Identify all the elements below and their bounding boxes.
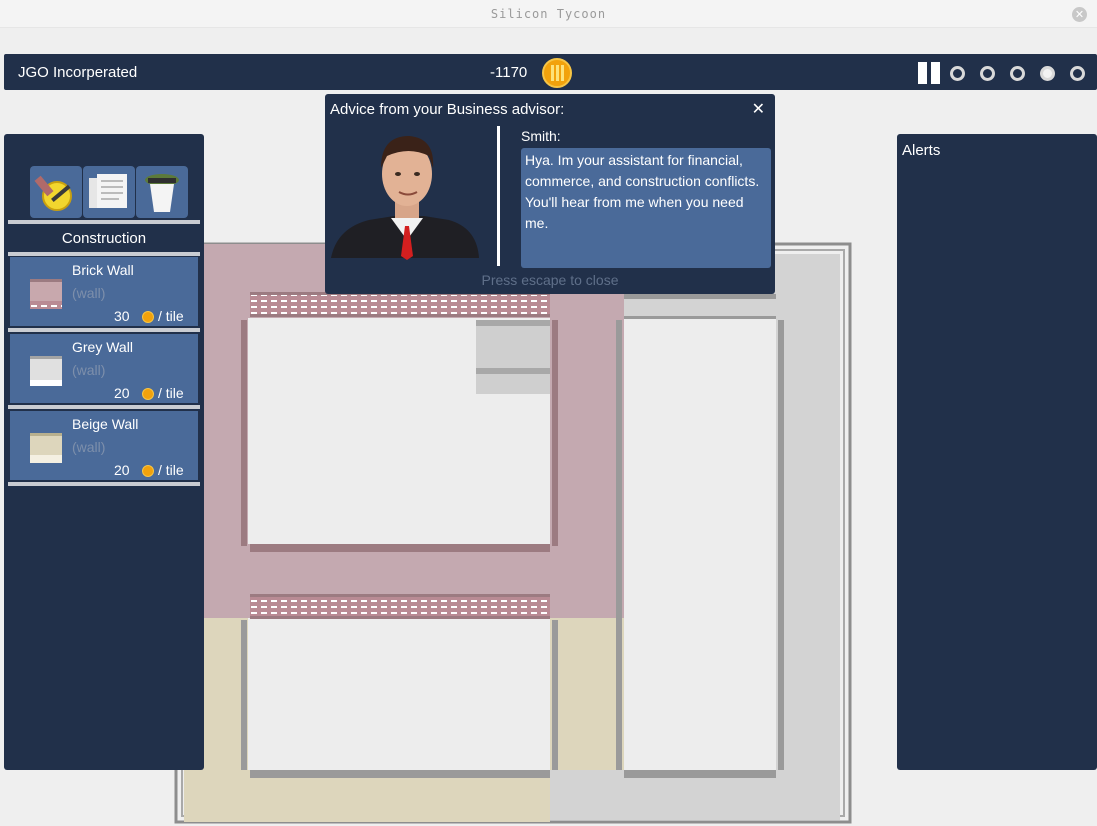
grey-wall-swatch [30, 356, 62, 386]
item-name: Beige Wall [72, 416, 139, 432]
room-1-brick-wall-top [250, 294, 550, 316]
item-name: Brick Wall [72, 262, 134, 278]
item-unit: / tile [158, 462, 184, 478]
beige-wall-swatch [30, 433, 62, 463]
category-decor-button[interactable] [136, 166, 188, 218]
dialog-divider [497, 126, 500, 266]
top-bar: JGO Incorperated -1170 [4, 54, 1097, 90]
close-hint: Press escape to close [481, 272, 619, 288]
window-close-icon[interactable]: ✕ [1072, 7, 1087, 22]
coin-icon [542, 58, 572, 88]
company-name: JGO Incorperated [18, 64, 138, 81]
pause-icon[interactable] [918, 62, 942, 84]
beige-floor-zone-2 [550, 618, 624, 770]
speed-button-5[interactable] [1070, 66, 1085, 81]
build-item-beige-wall[interactable]: Beige Wall (wall) 20 / tile [10, 411, 198, 480]
build-item-brick-wall[interactable]: Brick Wall (wall) 30 / tile [10, 257, 198, 326]
room-3[interactable] [624, 318, 776, 770]
build-item-grey-wall[interactable]: Grey Wall (wall) 20 / tile [10, 334, 198, 403]
brick-wall-swatch [30, 279, 62, 309]
item-separator [8, 405, 200, 409]
item-price: 20 [114, 462, 130, 478]
advisor-portrait [331, 136, 479, 260]
speed-button-3[interactable] [1010, 66, 1025, 81]
category-construction-button[interactable] [30, 166, 82, 218]
coin-icon [142, 388, 154, 400]
item-separator [8, 482, 200, 486]
item-separator [8, 328, 200, 332]
room-1-grey-panel [476, 320, 550, 394]
category-office-button[interactable] [83, 166, 135, 218]
item-unit: / tile [158, 385, 184, 401]
alerts-panel: Alerts [897, 134, 1097, 770]
item-name: Grey Wall [72, 339, 133, 355]
construction-tools-icon [34, 175, 72, 211]
window-titlebar: Silicon Tycoon ✕ [0, 0, 1097, 28]
speed-button-1[interactable] [950, 66, 965, 81]
room-2-brick-wall-top [250, 596, 550, 618]
item-price: 20 [114, 385, 130, 401]
alerts-title: Alerts [902, 142, 941, 159]
close-icon[interactable]: ✕ [752, 99, 765, 118]
item-kind: (wall) [72, 285, 106, 301]
speed-button-2[interactable] [980, 66, 995, 81]
money-balance: -1170 [490, 64, 528, 81]
build-panel: Construction Brick Wall (wall) 30 / tile… [4, 134, 204, 770]
item-kind: (wall) [72, 362, 106, 378]
game-viewport[interactable]: JGO Incorperated -1170 Construction Bric… [0, 28, 1097, 826]
speed-button-4[interactable] [1040, 66, 1055, 81]
documents-icon [89, 174, 127, 208]
dialog-header: Advice from your Business advisor: [330, 101, 565, 118]
advisor-dialog: Advice from your Business advisor: ✕ Smi… [325, 94, 775, 294]
advisor-message: Hya. Im your assistant for financial, co… [521, 148, 771, 268]
coin-icon [142, 465, 154, 477]
item-kind: (wall) [72, 439, 106, 455]
category-separator [8, 220, 200, 224]
coin-icon [142, 311, 154, 323]
plant-pot-icon [145, 174, 179, 212]
item-price: 30 [114, 308, 130, 324]
section-title: Construction [61, 230, 147, 247]
item-unit: / tile [158, 308, 184, 324]
speaker-name: Smith: [521, 128, 561, 144]
room-2[interactable] [248, 618, 550, 770]
section-separator [8, 252, 200, 256]
window-title: Silicon Tycoon [490, 7, 607, 21]
